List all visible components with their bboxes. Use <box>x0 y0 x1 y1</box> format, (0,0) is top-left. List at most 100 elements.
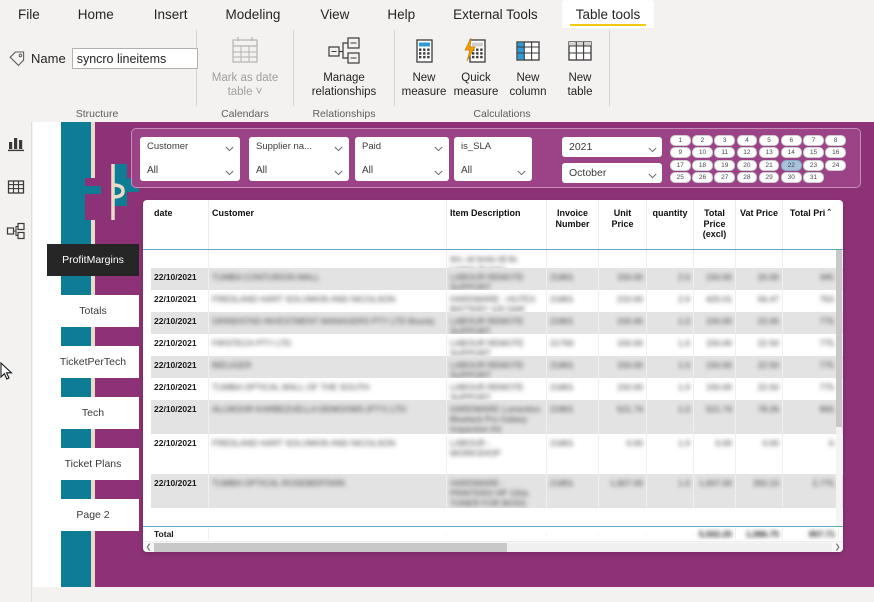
ribbon-tab-insert[interactable]: Insert <box>146 0 196 28</box>
model-view-button[interactable] <box>3 220 29 246</box>
day-cell-14[interactable]: 14 <box>780 147 802 159</box>
scroll-thumb[interactable] <box>154 542 507 552</box>
nav-button-tech[interactable]: Tech <box>47 397 139 429</box>
slicer-year[interactable]: 2021 <box>562 137 662 157</box>
day-cell-29[interactable]: 29 <box>758 172 780 184</box>
day-cell-9[interactable]: 9 <box>670 147 691 159</box>
day-cell-7[interactable]: 7 <box>803 135 824 146</box>
day-cell-28[interactable]: 28 <box>736 172 758 184</box>
table-row[interactable]: 22/10/2021 ALLMOOR KARBEZUELLA DEMOOMS (P… <box>151 400 843 434</box>
day-cell-31[interactable]: 31 <box>803 172 824 184</box>
slicer-is-sla-value-row[interactable]: All <box>458 165 528 178</box>
day-cell-25[interactable]: 25 <box>670 172 691 184</box>
slicer-customer-value-row[interactable]: All <box>144 165 236 178</box>
day-cell-15[interactable]: 15 <box>803 147 824 159</box>
ribbon-tab-modeling[interactable]: Modeling <box>218 0 289 28</box>
chevron-down-icon[interactable] <box>434 144 443 151</box>
day-cell-22[interactable]: 22 <box>780 159 802 171</box>
table-row[interactable]: 22/10/2021 FREDLAND HART SOLOMON AND NICO… <box>151 434 843 474</box>
scroll-right-arrow-icon[interactable]: ❯ <box>832 543 843 551</box>
table-row[interactable]: 22/10/2021 TUMBA OPTICAL MALL OF THE SOUT… <box>151 378 843 400</box>
table-body[interactable]: Itm.-dt limits till 8x Laptop Screen22/1… <box>143 250 843 526</box>
page-navigation-buttons[interactable]: ProfitMargins Totals TicketPerTech Tech Tick… <box>47 244 139 550</box>
new-table-button[interactable]: New table <box>554 34 606 99</box>
nav-button-ticket-plans[interactable]: Ticket Plans <box>47 448 139 480</box>
table-row[interactable]: 22/10/2021 FIRSTECH PTY LTD LABOUR REMOTE … <box>151 334 843 356</box>
table-row[interactable]: 22/10/2021 TUMBA CONTURION MALL LABOUR REM… <box>151 268 843 290</box>
mark-as-date-table-button[interactable]: Mark as date table ˅ <box>199 34 291 99</box>
day-cell-30[interactable]: 30 <box>780 172 802 184</box>
lineitems-table-visual[interactable]: date Customer Item Description Invoice Numb… <box>143 200 843 552</box>
day-cell-24[interactable]: 24 <box>825 159 846 171</box>
report-view-button[interactable] <box>3 132 29 158</box>
slicer-day-grid[interactable]: 1 2 3 4 5 6 7 8 9 10 11 12 13 14 15 16 17 18 19 20 21 22 23 24 2… <box>670 135 846 184</box>
chevron-down-icon[interactable] <box>648 144 657 153</box>
new-measure-button[interactable]: New measure <box>398 34 450 99</box>
column-header-total-pri[interactable]: Total Pri ⌃ <box>783 200 839 249</box>
scroll-left-arrow-icon[interactable]: ❮ <box>143 543 154 551</box>
day-cell-20[interactable]: 20 <box>736 159 758 171</box>
sort-ascending-icon[interactable]: ⌃ <box>826 208 832 219</box>
day-cell-13[interactable]: 13 <box>758 147 780 159</box>
table-vertical-scrollbar[interactable] <box>836 250 842 526</box>
slicer-supplier-value-row[interactable]: All <box>253 165 345 178</box>
column-header-item-description[interactable]: Item Description <box>447 200 547 249</box>
column-header-date[interactable]: date <box>151 200 209 249</box>
ribbon-tab-help[interactable]: Help <box>379 0 423 28</box>
quick-measure-button[interactable]: Quick measure <box>450 34 502 99</box>
ribbon-tab-table-tools[interactable]: Table tools <box>561 0 655 28</box>
column-header-total-price-excl[interactable]: Total Price (excl) <box>694 200 736 249</box>
day-cell-1[interactable]: 1 <box>670 135 691 146</box>
slicer-customer-header[interactable]: Customer <box>144 140 236 152</box>
table-row[interactable]: 22/10/2021 GRINDSTAD INVESTMENT MANAGERS … <box>151 312 843 334</box>
day-cell-2[interactable]: 2 <box>692 135 713 146</box>
day-cell-6[interactable]: 6 <box>780 135 802 146</box>
table-name-input[interactable] <box>71 48 198 69</box>
chevron-down-icon[interactable] <box>334 144 343 151</box>
nav-button-page-2[interactable]: Page 2 <box>47 499 139 531</box>
day-cell-12[interactable]: 12 <box>736 147 758 159</box>
day-cell-19[interactable]: 19 <box>714 159 735 171</box>
day-cell-17[interactable]: 17 <box>670 159 691 171</box>
chevron-down-icon[interactable] <box>434 168 443 175</box>
slicer-customer[interactable]: Customer All <box>140 137 240 181</box>
new-column-button[interactable]: New column <box>502 34 554 99</box>
table-horizontal-scrollbar[interactable]: ❮ ❯ <box>143 541 843 552</box>
column-header-unit-price[interactable]: Unit Price <box>599 200 647 249</box>
table-row[interactable]: 22/10/2021 FREDLAND HART SOLOMON AND NICO… <box>151 290 843 312</box>
day-cell-26[interactable]: 26 <box>692 172 713 184</box>
table-row[interactable]: Itm.-dt limits till 8x Laptop Screen <box>151 250 843 268</box>
chevron-down-icon[interactable] <box>648 170 657 179</box>
column-header-customer[interactable]: Customer <box>209 200 447 249</box>
slicer-is-sla[interactable]: is_SLA All <box>454 137 532 181</box>
slicer-paid[interactable]: Paid All <box>355 137 449 181</box>
day-cell-10[interactable]: 10 <box>692 147 713 159</box>
day-cell-18[interactable]: 18 <box>692 159 713 171</box>
day-cell-23[interactable]: 23 <box>803 159 824 171</box>
manage-relationships-button[interactable]: Manage relationships <box>296 34 392 99</box>
chevron-down-icon[interactable] <box>334 168 343 175</box>
chevron-down-icon[interactable] <box>225 144 234 151</box>
day-cell-27[interactable]: 27 <box>714 172 735 184</box>
chevron-down-icon[interactable]: ˅ <box>256 86 263 98</box>
chevron-down-icon[interactable] <box>517 168 526 175</box>
day-cell-8[interactable]: 8 <box>825 135 846 146</box>
column-header-quantity[interactable]: quantity <box>647 200 694 249</box>
chevron-down-icon[interactable] <box>225 168 234 175</box>
ribbon-tab-view[interactable]: View <box>312 0 357 28</box>
ribbon-tab-home[interactable]: Home <box>70 0 122 28</box>
column-header-vat-price[interactable]: Vat Price <box>736 200 783 249</box>
day-cell-16[interactable]: 16 <box>825 147 846 159</box>
day-cell-11[interactable]: 11 <box>714 147 735 159</box>
ribbon-tab-external-tools[interactable]: External Tools <box>445 0 546 28</box>
day-cell-3[interactable]: 3 <box>714 135 735 146</box>
nav-button-ticketpertech[interactable]: TicketPerTech <box>47 346 139 378</box>
scroll-track[interactable] <box>154 542 832 552</box>
slicer-is-sla-header[interactable]: is_SLA <box>458 140 528 152</box>
data-view-button[interactable] <box>3 176 29 202</box>
slicer-paid-header[interactable]: Paid <box>359 140 445 152</box>
day-cell-21[interactable]: 21 <box>758 159 780 171</box>
slicer-supplier-header[interactable]: Supplier na... <box>253 140 345 152</box>
table-row[interactable]: 22/10/2021 BIELIGER LABOUR REMOTE SUPPORT 2… <box>151 356 843 378</box>
table-row[interactable]: 22/10/2021 TUMBA OPTICAL ROSEBERTARK HARDW… <box>151 474 843 508</box>
